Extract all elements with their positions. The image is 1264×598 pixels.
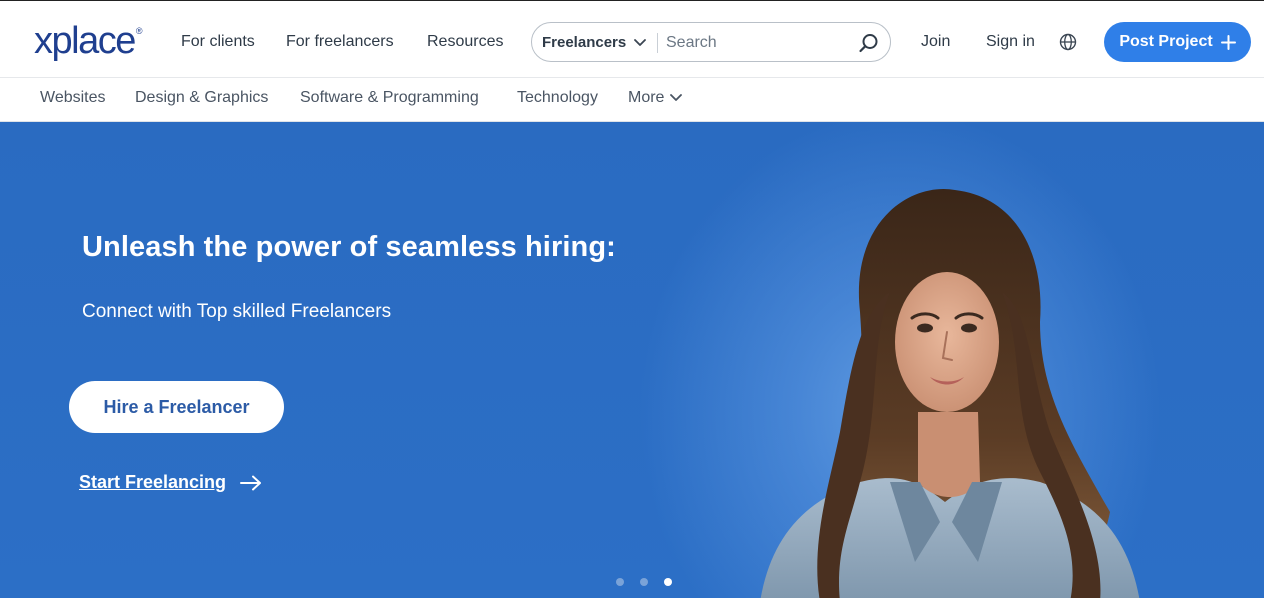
search-bar: Freelancers — [531, 22, 891, 62]
hero-banner: Unleash the power of seamless hiring: Co… — [0, 122, 1264, 598]
hero-title: Unleash the power of seamless hiring: — [82, 231, 616, 263]
carousel-dots — [616, 578, 672, 586]
post-project-button[interactable]: Post Project — [1104, 22, 1251, 62]
category-technology[interactable]: Technology — [517, 89, 598, 107]
chevron-down-icon — [670, 94, 683, 101]
category-software-programming[interactable]: Software & Programming — [300, 89, 479, 107]
category-more-label: More — [628, 89, 665, 106]
sign-in-link[interactable]: Sign in — [986, 33, 1035, 51]
category-more-dropdown[interactable]: More — [628, 89, 683, 107]
hire-freelancer-button[interactable]: Hire a Freelancer — [69, 381, 284, 433]
nav-for-clients[interactable]: For clients — [181, 33, 255, 51]
logo-text: xplace — [34, 20, 136, 62]
xplace-logo[interactable]: xplace ® — [34, 22, 142, 64]
search-input[interactable] — [666, 29, 846, 57]
search-icon[interactable] — [858, 32, 880, 54]
search-divider — [657, 33, 658, 53]
start-freelancing-label: Start Freelancing — [79, 472, 227, 492]
globe-icon[interactable] — [1059, 33, 1077, 51]
category-nav: Websites Design & Graphics Software & Pr… — [0, 78, 1264, 122]
top-header: xplace ® For clients For freelancers Res… — [0, 0, 1264, 78]
post-project-label: Post Project — [1119, 33, 1213, 50]
hero-subtitle: Connect with Top skilled Freelancers — [82, 301, 392, 322]
arrow-right-icon — [240, 475, 262, 490]
category-websites[interactable]: Websites — [40, 89, 106, 107]
category-design-graphics[interactable]: Design & Graphics — [135, 89, 268, 107]
hero-portrait-image — [760, 189, 1140, 598]
carousel-dot-1[interactable] — [616, 578, 624, 586]
join-link[interactable]: Join — [921, 33, 950, 51]
search-category-label: Freelancers — [542, 34, 627, 51]
nav-for-freelancers[interactable]: For freelancers — [286, 33, 394, 51]
carousel-dot-2[interactable] — [640, 578, 648, 586]
start-freelancing-link[interactable]: Start Freelancing — [79, 472, 262, 493]
plus-icon — [1220, 34, 1236, 50]
carousel-dot-3[interactable] — [664, 578, 672, 586]
search-category-dropdown[interactable]: Freelancers — [542, 34, 647, 51]
nav-resources[interactable]: Resources — [427, 33, 503, 51]
logo-registered-mark: ® — [135, 26, 143, 36]
chevron-down-icon — [634, 38, 647, 46]
